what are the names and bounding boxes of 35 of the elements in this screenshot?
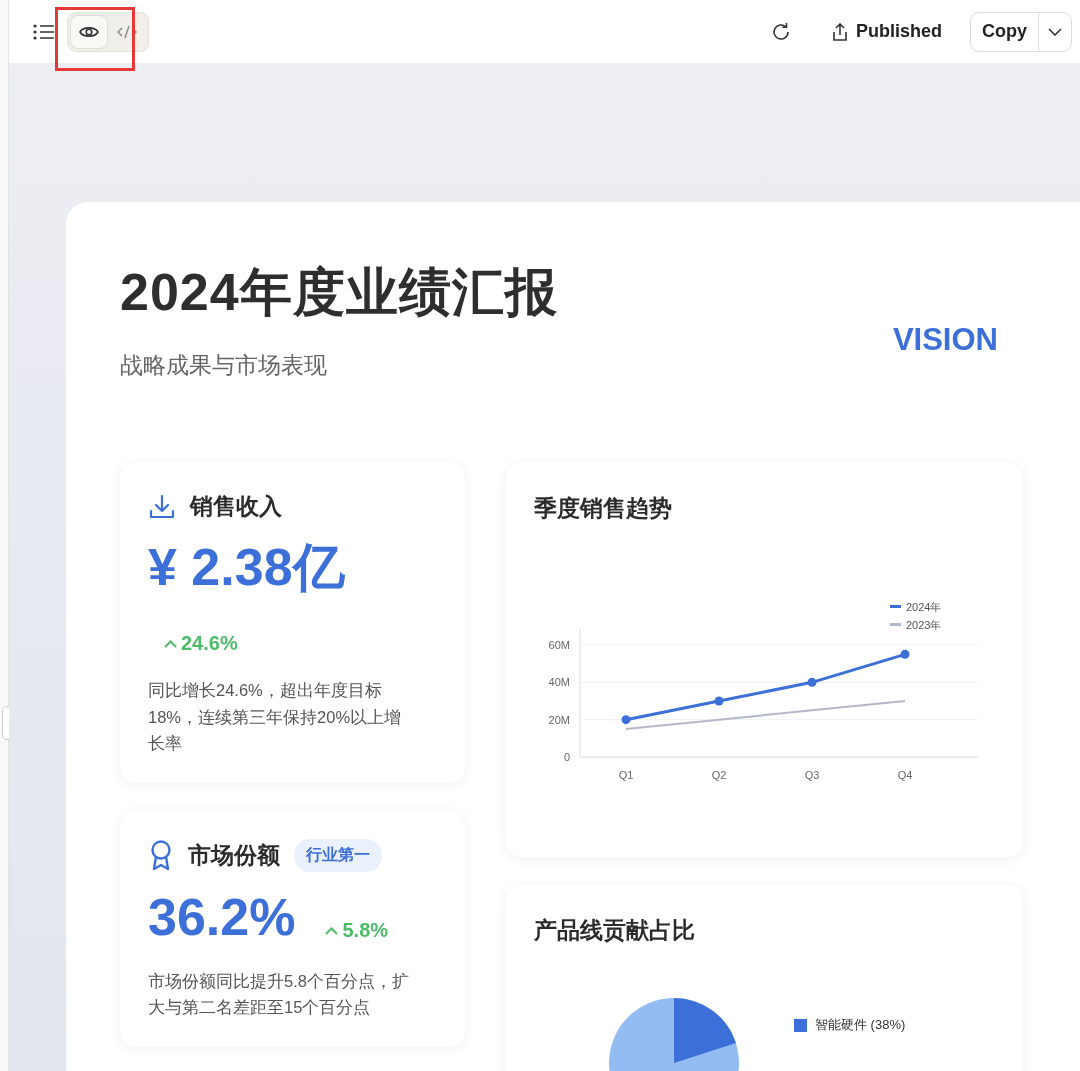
eye-icon[interactable] <box>71 15 107 48</box>
card-title: 销售收入 <box>190 492 282 521</box>
metric-description: 市场份额同比提升5.8个百分点，扩大与第二名差距至15个百分点 <box>148 970 410 1019</box>
rank-tag: 行业第一 <box>294 838 382 872</box>
data-point <box>807 677 817 687</box>
award-ribbon-icon <box>148 839 174 872</box>
axis-tick-label: 40M <box>548 676 570 689</box>
copy-button[interactable]: Copy <box>971 12 1039 51</box>
metric-description: 同比增长24.6%，超出年度目标18%，连续第三年保持20%以上增长率 <box>148 680 403 755</box>
axis-tick-label: Q2 <box>711 769 727 781</box>
axis-tick-label: Q3 <box>804 769 820 781</box>
download-icon <box>148 492 176 521</box>
axis-tick-label: 20M <box>548 713 570 726</box>
axis-tick-label: 60M <box>548 639 570 651</box>
data-point <box>900 649 910 659</box>
data-point <box>621 715 631 725</box>
brand-logo: VISION <box>892 322 998 358</box>
legend-label: 智能硬件 (38%) <box>815 1016 906 1034</box>
legend-label: 2024年 <box>906 601 942 613</box>
card-title: 市场份额 <box>188 840 280 870</box>
growth-indicator: 24.6% <box>164 632 238 656</box>
card-title: 产品线贡献占比 <box>534 916 696 945</box>
growth-indicator: 5.8% <box>325 919 389 943</box>
data-point <box>714 696 724 706</box>
legend-label: 2023年 <box>906 619 942 631</box>
axis-tick-label: Q1 <box>618 769 634 781</box>
metric-value: ¥ 2.38亿 <box>148 537 346 598</box>
axis-tick-label: Q4 <box>897 769 913 781</box>
metric-value: 36.2% <box>148 886 296 948</box>
report-subtitle: 战略成果与市场表现 <box>120 351 328 380</box>
published-button[interactable]: Published <box>826 20 948 43</box>
report-title: 2024年度业绩汇报 <box>120 262 559 323</box>
axis-tick-label: 0 <box>563 751 570 763</box>
card-title: 季度销售趋势 <box>534 494 673 523</box>
share-icon <box>832 22 848 41</box>
